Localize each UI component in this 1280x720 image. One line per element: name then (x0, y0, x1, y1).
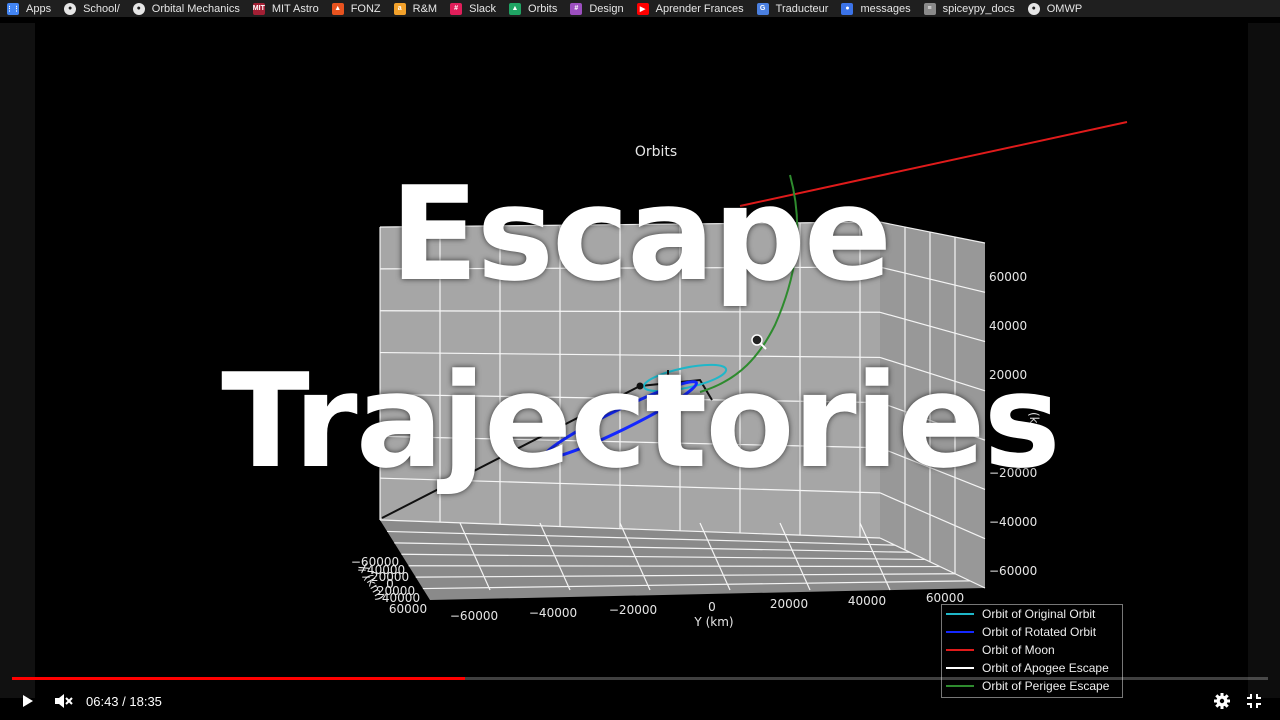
legend-swatch (946, 631, 974, 633)
progress-played (12, 677, 466, 680)
tick-label: −60000 (989, 564, 1037, 578)
legend-entry: Orbit of Rotated Orbit (942, 623, 1122, 641)
gear-icon (1214, 693, 1230, 709)
time-display: 06:43 / 18:35 (86, 694, 162, 709)
mute-button[interactable] (52, 690, 74, 712)
legend-label: Orbit of Moon (982, 643, 1055, 657)
exit-fullscreen-button[interactable] (1243, 690, 1265, 712)
legend-label: Orbit of Original Orbit (982, 607, 1096, 621)
tick-label: −60000 (450, 609, 498, 623)
tick-label: −40000 (529, 606, 577, 620)
tick-label: 40000 (848, 594, 886, 608)
tick-label: 20000 (989, 368, 1027, 382)
legend-entry: Orbit of Moon (942, 641, 1122, 659)
side-pane (880, 222, 985, 588)
play-icon (23, 695, 33, 707)
tick-label: −20000 (609, 603, 657, 617)
tick-label: 20000 (770, 597, 808, 611)
legend-swatch (946, 613, 974, 615)
tick-label: 60000 (926, 591, 964, 605)
legend-swatch (946, 649, 974, 651)
tick-label: 0 (708, 600, 716, 614)
tick-label: 40000 (989, 319, 1027, 333)
escape-start-marker (636, 382, 644, 390)
y-axis-label: Y (km) (693, 615, 733, 629)
tick-label: 60000 (389, 602, 427, 616)
exit-fullscreen-icon (1247, 694, 1261, 708)
settings-button[interactable] (1211, 690, 1233, 712)
muted-speaker-icon (55, 694, 73, 708)
tick-label: −20000 (989, 466, 1037, 480)
z-axis-label: Z (km) (1027, 400, 1041, 440)
progress-bar[interactable] (12, 677, 1268, 680)
legend-entry: Orbit of Original Orbit (942, 605, 1122, 623)
tick-label: −40000 (989, 515, 1037, 529)
legend-swatch (946, 667, 974, 669)
series-moon-orbit (739, 121, 1128, 207)
video-controls: 06:43 / 18:35 (0, 672, 1280, 720)
play-button[interactable] (16, 690, 38, 712)
tick-label: 60000 (989, 270, 1027, 284)
legend-label: Orbit of Rotated Orbit (982, 625, 1097, 639)
chart-title: Orbits (635, 144, 677, 160)
